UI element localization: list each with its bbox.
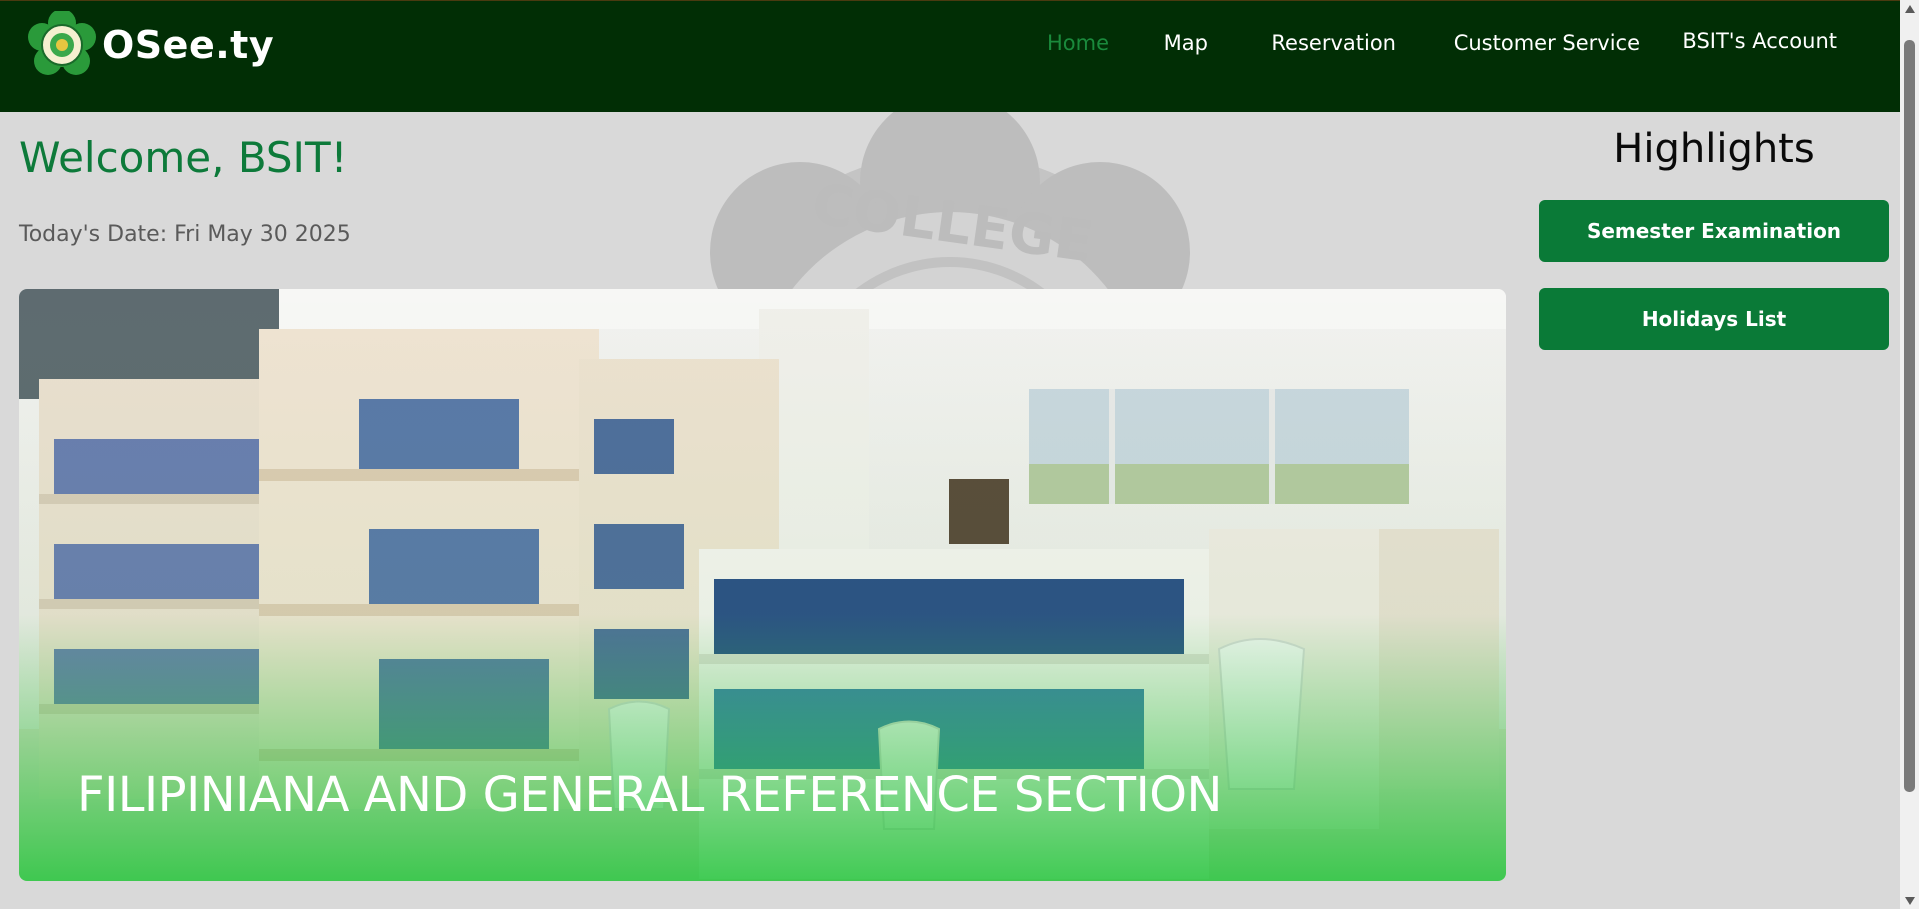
brand[interactable]: OSee.ty: [28, 9, 274, 79]
nav-customer-service[interactable]: Customer Service: [1454, 31, 1640, 55]
nav-reservation[interactable]: Reservation: [1271, 31, 1396, 55]
nav-account[interactable]: BSIT's Account: [1682, 29, 1837, 53]
chevron-up-icon[interactable]: [1900, 0, 1919, 17]
hero-caption: FILIPINIANA AND GENERAL REFERENCE SECTIO…: [77, 767, 1222, 823]
scroll-thumb[interactable]: [1904, 40, 1915, 792]
highlights-title: Highlights: [1613, 126, 1815, 172]
todays-date: Today's Date: Fri May 30 2025: [19, 222, 351, 247]
college-seal-logo-icon[interactable]: [28, 9, 96, 79]
chevron-down-icon[interactable]: [1900, 892, 1919, 909]
top-navbar: OSee.ty Home Map Reservation Customer Se…: [0, 0, 1900, 112]
holidays-list-button[interactable]: Holidays List: [1539, 288, 1889, 350]
nav-map[interactable]: Map: [1164, 31, 1208, 55]
page: COLLEGE OSee.ty Home Map Reservation Cus…: [0, 0, 1919, 909]
nav-home[interactable]: Home: [1047, 31, 1109, 55]
welcome-heading: Welcome, BSIT!: [19, 133, 348, 182]
brand-name[interactable]: OSee.ty: [102, 23, 274, 67]
library-hero-image: FILIPINIANA AND GENERAL REFERENCE SECTIO…: [19, 289, 1506, 881]
vertical-scrollbar[interactable]: [1900, 0, 1919, 909]
semester-examination-button[interactable]: Semester Examination: [1539, 200, 1889, 262]
